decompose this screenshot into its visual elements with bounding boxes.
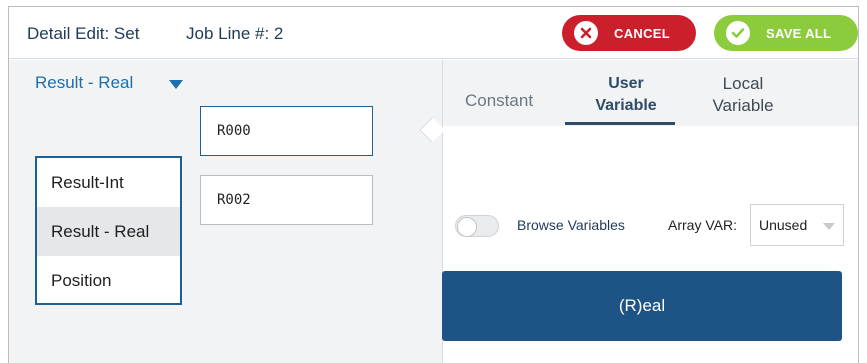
array-var-label: Array VAR: [668,217,737,233]
array-var-value: Unused [759,217,808,233]
job-line-label: Job Line #: 2 [186,24,284,43]
header-bar: Detail Edit: Set Job Line #: 2 CANCEL SA… [9,7,858,59]
dropdown-option-result-real[interactable]: Result - Real [37,207,180,256]
save-all-label: SAVE ALL [766,25,832,41]
active-tab-underline [565,122,675,125]
array-var-select[interactable]: Unused [750,204,844,246]
save-all-button[interactable]: SAVE ALL [714,15,858,51]
variable-input-1[interactable]: R000 [200,106,373,156]
browse-variables-label: Browse Variables [517,217,625,233]
toggle-knob [457,217,477,237]
browse-variables-toggle[interactable] [455,215,499,237]
tab-user-label-line2: Variable [595,97,657,114]
page-title: Detail Edit: Set [27,24,140,43]
tab-constant-label: Constant [465,91,534,110]
type-dropdown-list: Result-Int Result - Real Position [35,156,182,305]
cancel-button[interactable]: CANCEL [562,15,696,51]
chevron-down-icon [823,223,835,230]
tab-local-label-line2: Variable [712,96,774,115]
variable-input-2[interactable]: R002 [200,175,373,225]
tab-user-label-line1: User [608,75,644,92]
caret-down-icon[interactable] [169,80,183,89]
x-circle-icon [574,21,598,45]
tab-user-variable[interactable]: User Variable [571,73,681,117]
cancel-label: CANCEL [614,25,670,41]
real-type-label: (R)eal [618,296,666,315]
tab-constant[interactable]: Constant [465,90,533,112]
dropdown-option-result-int[interactable]: Result-Int [37,158,180,207]
tab-local-label-line1: Local [722,74,764,93]
tab-local-variable[interactable]: Local Variable [693,73,793,117]
variable-tabs: Constant User Variable Local Variable [443,60,858,126]
dropdown-option-position[interactable]: Position [37,256,180,305]
real-type-button[interactable]: (R)eal [442,271,842,341]
check-circle-icon [726,21,750,45]
type-dropdown-selected[interactable]: Result - Real [35,73,133,93]
